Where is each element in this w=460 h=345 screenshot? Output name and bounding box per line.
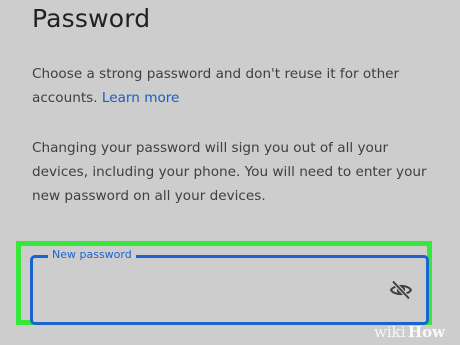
sign-out-warning: Changing your password will sign you out…	[32, 140, 427, 204]
wikihow-watermark: wiki How	[374, 323, 446, 341]
new-password-input[interactable]	[47, 276, 381, 304]
svg-text:wiki: wiki	[374, 323, 406, 341]
new-password-label: New password	[48, 248, 136, 262]
svg-text:How: How	[408, 323, 446, 341]
page-title: Password	[32, 4, 151, 33]
eye-off-icon[interactable]	[388, 278, 414, 302]
intro-text: Choose a strong password and don't reuse…	[32, 66, 400, 106]
intro-paragraph: Choose a strong password and don't reuse…	[32, 62, 442, 110]
new-password-field[interactable]: New password	[30, 248, 429, 325]
learn-more-link[interactable]: Learn more	[102, 90, 180, 106]
